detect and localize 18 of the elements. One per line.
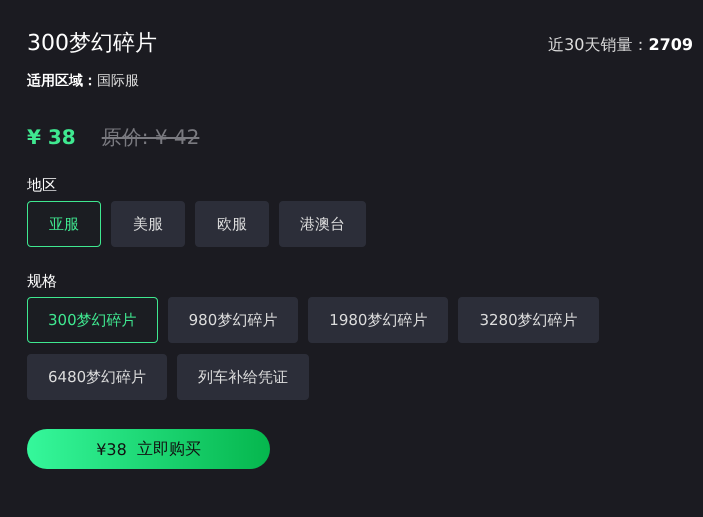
option-button[interactable]: 6480梦幻碎片: [27, 354, 168, 400]
option-button[interactable]: 1980梦幻碎片: [308, 297, 448, 343]
option-button[interactable]: 欧服: [195, 201, 269, 247]
current-price: ¥ 38: [27, 125, 76, 149]
option-button[interactable]: 港澳台: [279, 201, 366, 247]
region-note: 适用区域：国际服: [27, 72, 140, 90]
option-button[interactable]: 列车补给凭证: [177, 354, 310, 400]
option-button[interactable]: 亚服: [27, 201, 101, 247]
option-button[interactable]: 3280梦幻碎片: [458, 297, 599, 343]
buy-now-button[interactable]: ¥38 立即购买: [27, 429, 270, 469]
option-button[interactable]: 美服: [111, 201, 185, 247]
original-price: 原价: ¥ 42: [102, 124, 200, 151]
option-button[interactable]: 980梦幻碎片: [168, 297, 298, 343]
option-button[interactable]: 300梦幻碎片: [27, 297, 158, 343]
sales-count: 近30天销量：2709: [548, 35, 693, 56]
option-group-label: 地区: [27, 176, 58, 195]
option-group-label: 规格: [27, 272, 58, 291]
product-title: 300梦幻碎片: [27, 30, 157, 58]
